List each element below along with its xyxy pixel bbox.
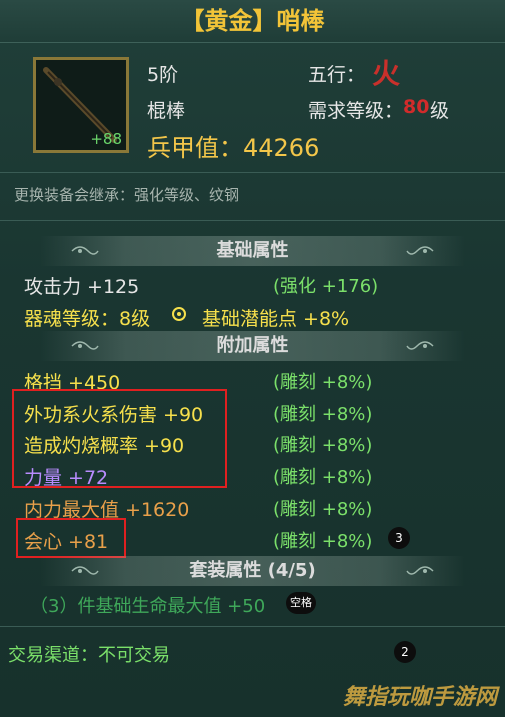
attr-soul-level: 器魂等级：8级 <box>24 308 151 330</box>
req-level-label: 需求等级： <box>308 100 404 122</box>
section-set-header: 套装属性 (4/5) <box>40 556 465 586</box>
attr-burn-chance-bonus: (雕刻 +8%) <box>273 435 373 456</box>
item-power: 兵甲值：44266 <box>147 134 320 162</box>
item-tooltip: 【黄金】哨棒 +88 5阶 棍棒 兵甲值：44266 五行： 火 需求等级： 8… <box>0 0 505 717</box>
section-extra-header: 附加属性 <box>40 331 465 361</box>
inherit-note: 更换装备会继承：强化等级、纹钢 <box>14 186 240 204</box>
element-label: 五行： <box>308 64 366 86</box>
divider <box>0 626 505 627</box>
attr-attack: 攻击力 +125 <box>24 276 140 298</box>
req-level-value: 80 <box>403 96 430 118</box>
item-title: 【黄金】哨棒 <box>0 0 505 43</box>
divider <box>0 220 505 221</box>
section-extra-title: 附加属性 <box>216 335 289 356</box>
ornament-icon <box>71 566 99 575</box>
attr-max-mana-bonus: (雕刻 +8%) <box>273 499 373 520</box>
radio-icon <box>172 307 186 321</box>
attr-fire-damage: 外功系火系伤害 +90 <box>24 404 204 426</box>
ornament-icon <box>71 341 99 350</box>
ornament-icon <box>406 566 434 575</box>
item-tier: 5阶 <box>147 64 179 86</box>
watermark-logo: 舞指玩咖手游网 <box>342 685 497 710</box>
ornament-icon <box>406 341 434 350</box>
divider <box>0 172 505 173</box>
section-set-title: 套装属性 (4/5) <box>189 560 316 581</box>
attr-burn-chance: 造成灼烧概率 +90 <box>24 435 185 457</box>
ornament-icon <box>71 246 99 255</box>
attr-soul-bonus: 基础潜能点 +8% <box>202 308 350 330</box>
item-type: 棍棒 <box>147 100 186 122</box>
attr-block-bonus: (雕刻 +8%) <box>273 372 373 393</box>
trade-badge: 2 <box>394 641 416 663</box>
req-level-suffix: 级 <box>430 100 450 122</box>
trade-channel: 交易渠道：不可交易 <box>8 645 170 666</box>
ornament-icon <box>406 246 434 255</box>
item-icon-bonus: +88 <box>90 130 122 148</box>
attr-crit: 会心 +81 <box>24 531 109 553</box>
section-basic-title: 基础属性 <box>216 240 289 261</box>
crit-badge: 3 <box>388 527 410 549</box>
attr-strength: 力量 +72 <box>24 467 109 489</box>
attr-attack-bonus: (强化 +176) <box>273 276 379 297</box>
fire-element-icon: 火 <box>372 57 401 90</box>
set-bonus-line: （3）件基础生命最大值 +50 <box>30 596 266 617</box>
section-basic-header: 基础属性 <box>40 236 465 266</box>
attr-strength-bonus: (雕刻 +8%) <box>273 467 373 488</box>
space-key-badge: 空格 <box>286 592 316 614</box>
attr-crit-bonus: (雕刻 +8%) <box>273 531 373 552</box>
attr-fire-damage-bonus: (雕刻 +8%) <box>273 404 373 425</box>
item-icon-frame[interactable]: +88 <box>33 57 129 153</box>
